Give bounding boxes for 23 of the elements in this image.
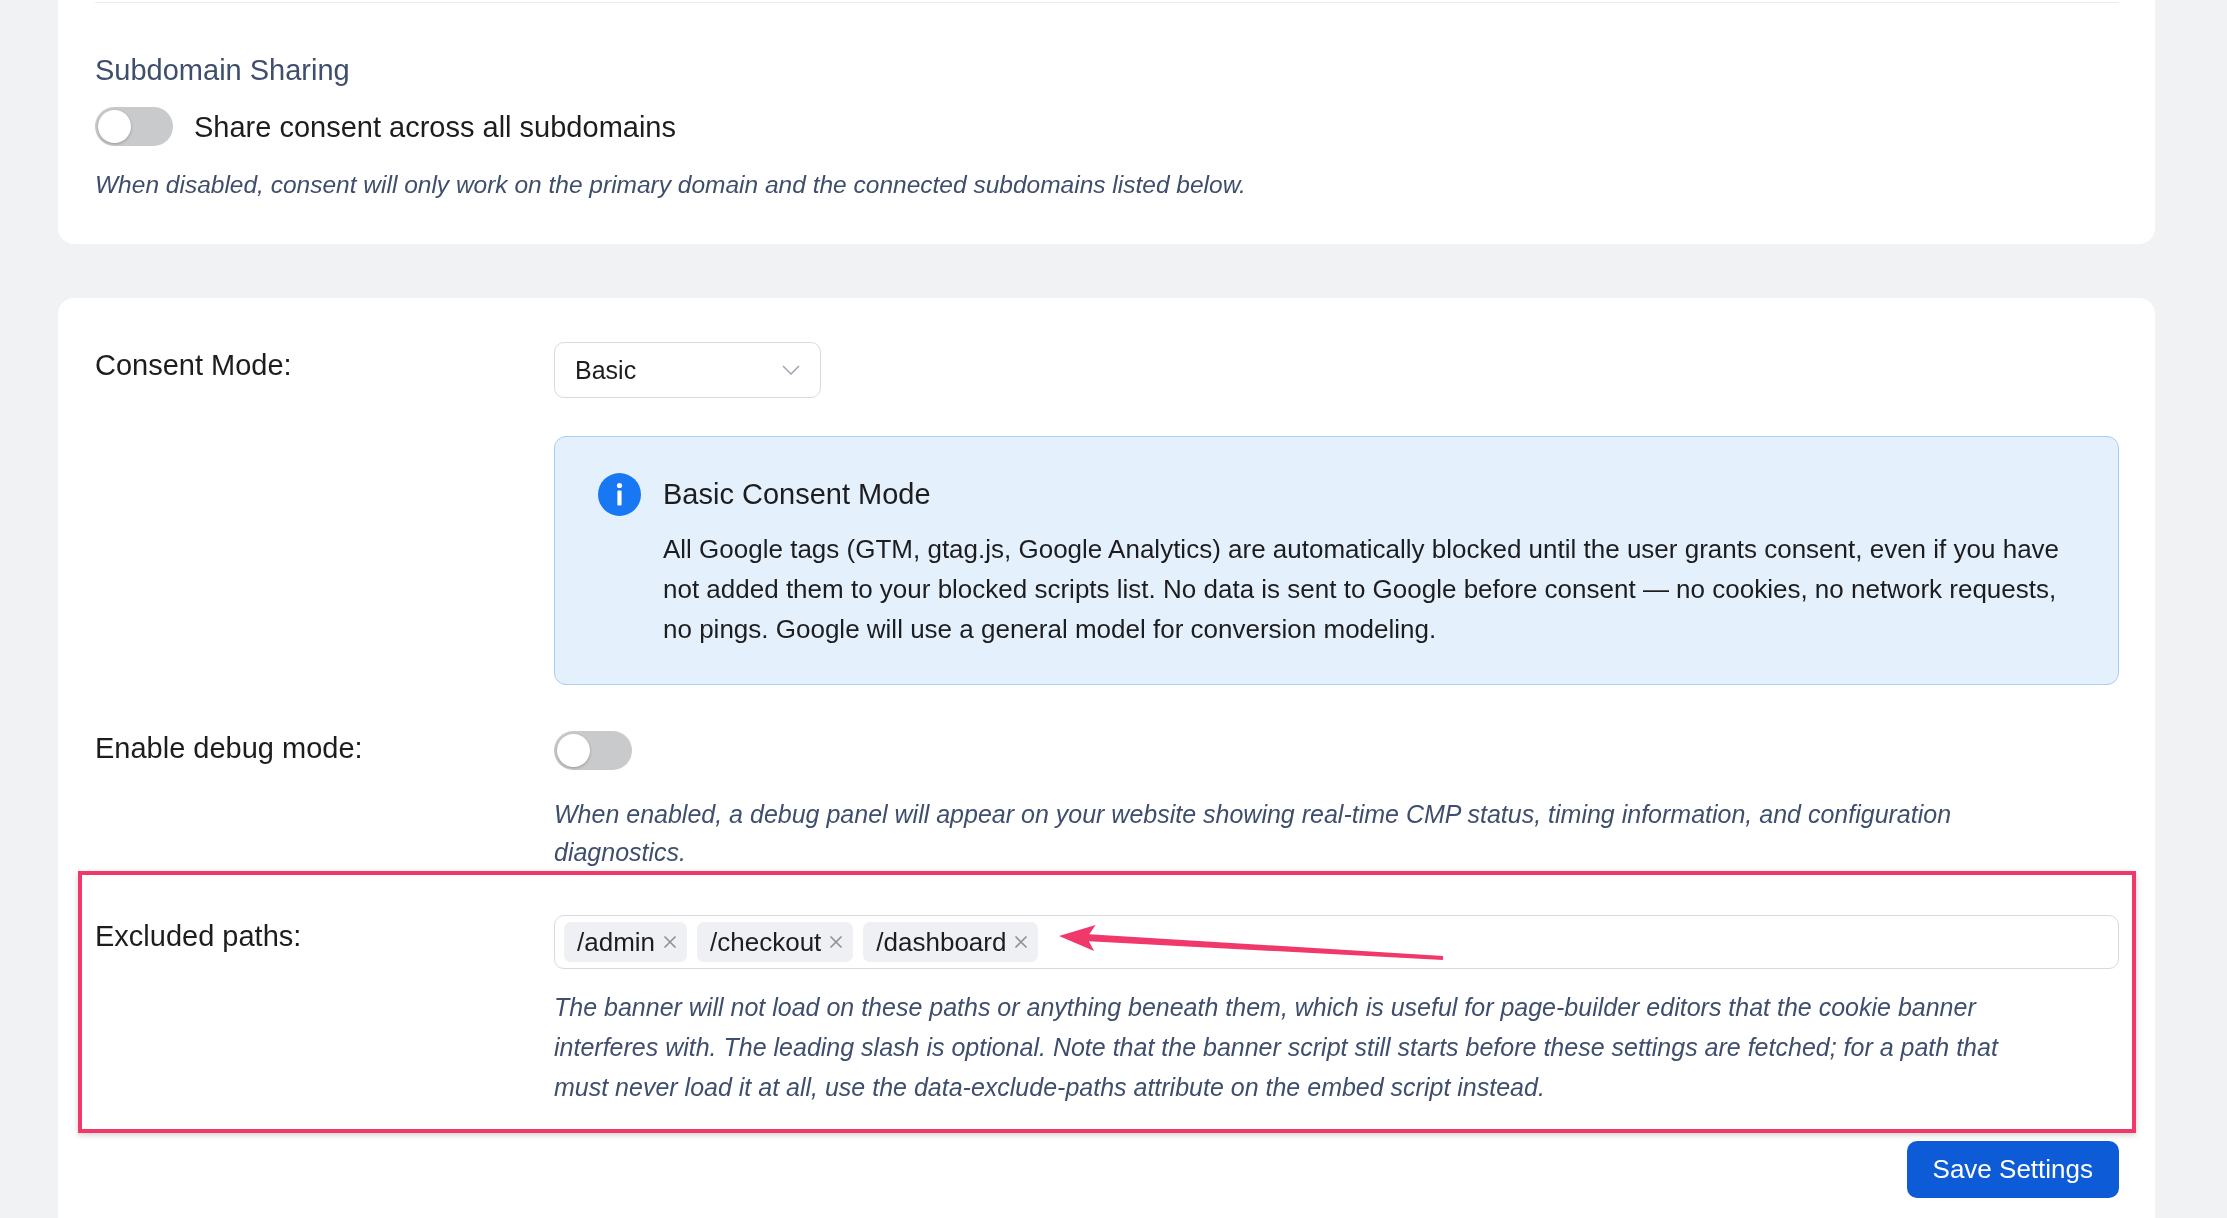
chevron-down-icon: [782, 365, 800, 375]
tag-label: /admin: [577, 927, 656, 957]
field-label: Excluded paths:: [95, 919, 303, 953]
info-title: Basic Consent Mode: [663, 477, 932, 511]
field-label: Enable debug mode:: [95, 731, 364, 765]
tag-label: /dashboard: [876, 927, 1007, 957]
tag-label: /checkout: [710, 927, 822, 957]
help-text: When enabled, a debug panel will appear on your website showing real-time CMP status, timing information, and configuration diagnostics.: [554, 799, 1953, 868]
field-label: Consent Mode:: [95, 348, 293, 382]
close-icon[interactable]: [663, 935, 678, 949]
help-text: The banner will not load on these paths or anything beneath them, which is useful for page-builder editors that the cookie banner interferes with. The leading slash is optional. Note that the banner script still starts before these settings are fetched; for a path that must never load it at all, use the data-exclude-paths attribute on the embed script instead.: [554, 992, 2000, 1103]
close-icon[interactable]: [1014, 935, 1029, 949]
toggle-switch[interactable]: [95, 107, 173, 146]
toggle-label: Share consent across all subdomains: [194, 109, 676, 144]
help-text: When disabled, consent will only work on the primary domain and the connected subdomains listed below.: [95, 170, 1247, 200]
close-icon[interactable]: [829, 935, 844, 949]
info-text: All Google tags (GTM, gtag.js, Google Analytics) are automatically blocked until the user grants consent, even if you have not added them to your blocked scripts list. No data is sent to Google before consent — no cookies, no network requests, no pings. Google will use a general model for conversion modeling.: [663, 533, 2061, 646]
mode-dropdown[interactable]: Basic: [554, 342, 821, 398]
tag-input[interactable]: /admin /checkout /dashboard: [554, 915, 2119, 969]
section-title: Subdomain Sharing: [95, 53, 351, 87]
info-icon: [598, 473, 641, 516]
toggle-switch[interactable]: [554, 731, 632, 770]
save-button[interactable]: Save Settings: [1906, 1141, 2119, 1198]
